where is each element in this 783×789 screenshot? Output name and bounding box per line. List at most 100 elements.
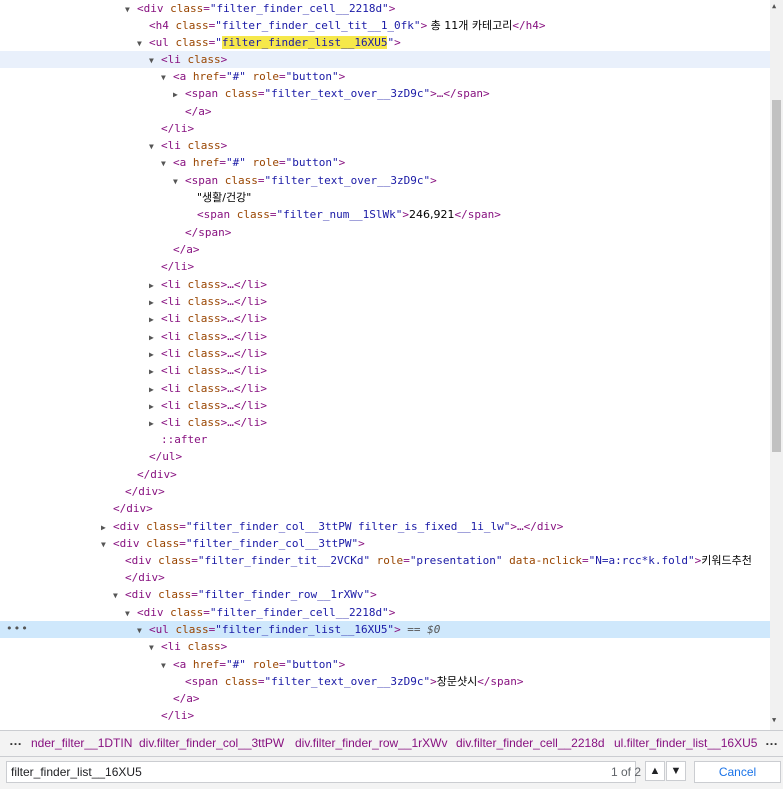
- breadcrumb-item[interactable]: nder_filter__1DTIN: [31, 736, 132, 750]
- attr-value[interactable]: "#": [226, 658, 246, 671]
- expand-triangle-icon[interactable]: ▼: [137, 35, 149, 52]
- dom-node-row[interactable]: ▼<h4 class="filter_finder_cell_tit__1_0f…: [0, 17, 770, 34]
- dom-node-row-selected[interactable]: ••• ▼ <ul class="filter_finder_list__16XU…: [0, 621, 770, 638]
- collapsed-triangle-icon[interactable]: ▶: [149, 277, 161, 294]
- dom-node-row[interactable]: ▼ <div class="filter_finder_cell__2218d">: [0, 604, 770, 621]
- breadcrumb-item[interactable]: div.filter_finder_row__1rXWv: [295, 736, 448, 750]
- breadcrumb-item[interactable]: div.filter_finder_cell__2218d: [456, 736, 605, 750]
- dom-node-row[interactable]: ▼</li>: [0, 707, 770, 724]
- expand-triangle-icon[interactable]: ▼: [161, 657, 173, 674]
- attr-value[interactable]: "filter_finder_row__1rXWv": [198, 588, 370, 601]
- attr-value[interactable]: "filter_finder_col__3ttPW": [186, 537, 358, 550]
- collapsed-triangle-icon[interactable]: ▶: [149, 294, 161, 311]
- collapsed-triangle-icon[interactable]: ▶: [149, 381, 161, 398]
- attr-value[interactable]: "filter_finder_tit__2VCKd": [198, 554, 370, 567]
- elements-tree[interactable]: ▼ <div class="filter_finder_cell__2218d">…: [0, 0, 770, 730]
- text-node[interactable]: 총 11개 카테고리: [427, 19, 513, 32]
- scrollbar-thumb[interactable]: [772, 100, 781, 452]
- search-input[interactable]: [6, 761, 636, 783]
- expand-triangle-icon[interactable]: ▼: [149, 52, 161, 69]
- attr-value[interactable]: "filter_finder_list__16XU5": [215, 623, 394, 636]
- collapsed-triangle-icon[interactable]: ▶: [149, 329, 161, 346]
- expand-triangle-icon[interactable]: ▼: [149, 138, 161, 155]
- expand-triangle-icon[interactable]: ▼: [161, 155, 173, 172]
- next-match-button[interactable]: ▼: [666, 761, 686, 781]
- expand-triangle-icon[interactable]: ▼: [113, 587, 125, 604]
- dom-node-row[interactable]: ▶ <li class>…</li>: [0, 345, 770, 362]
- attr-value[interactable]: "button": [286, 658, 339, 671]
- collapsed-triangle-icon[interactable]: ▶: [173, 86, 185, 103]
- expand-triangle-icon[interactable]: ▼: [125, 1, 137, 18]
- attr-value[interactable]: "filter_finder_cell__2218d": [210, 606, 389, 619]
- attr-value[interactable]: "filter_text_over__3zD9c": [265, 87, 431, 100]
- previous-match-button[interactable]: ▲: [645, 761, 665, 781]
- search-match-highlight[interactable]: filter_finder_list__16XU5: [221, 36, 388, 49]
- collapsed-triangle-icon[interactable]: ▶: [149, 363, 161, 380]
- dom-node-row[interactable]: ▶ <li class>…</li>: [0, 276, 770, 293]
- dom-node-row[interactable]: ▼</a>: [0, 103, 770, 120]
- dom-node-row[interactable]: ▼</div>: [0, 466, 770, 483]
- dom-node-row[interactable]: ▼</div>: [0, 483, 770, 500]
- expand-triangle-icon[interactable]: ▼: [101, 536, 113, 553]
- breadcrumb-scroll-right-icon[interactable]: …: [765, 733, 779, 748]
- breadcrumb-scroll-left-icon[interactable]: …: [9, 733, 23, 748]
- dom-node-row[interactable]: ▼</li>: [0, 258, 770, 275]
- dom-node-row[interactable]: ▼ <div class="filter_finder_col__3ttPW">: [0, 535, 770, 552]
- dom-node-row[interactable]: ▼ <span class="filter_text_over__3zD9c">: [0, 172, 770, 189]
- dom-node-row[interactable]: ▶ <li class>…</li>: [0, 380, 770, 397]
- dom-node-row[interactable]: ▼ <ul class="filter_finder_list__16XU5">: [0, 34, 770, 51]
- attr-value[interactable]: "filter_finder_col__3ttPW filter_is_fixe…: [186, 520, 511, 533]
- dom-node-row[interactable]: ▼"생활/건강": [0, 189, 770, 206]
- dom-node-row[interactable]: ▼<span class="filter_text_over__3zD9c">창…: [0, 673, 770, 690]
- dom-node-row[interactable]: ▶ <li class>…</li>: [0, 293, 770, 310]
- dom-node-row[interactable]: ▼<span class="filter_num__1SlWk">246,921…: [0, 206, 770, 223]
- dom-node-row[interactable]: ▼ <li class>: [0, 638, 770, 655]
- scroll-up-arrow-icon[interactable]: ▲: [772, 2, 776, 10]
- collapsed-triangle-icon[interactable]: ▶: [149, 415, 161, 432]
- vertical-scrollbar[interactable]: ▲ ▼: [770, 0, 783, 730]
- collapsed-triangle-icon[interactable]: ▶: [149, 346, 161, 363]
- attr-value[interactable]: "#": [226, 156, 246, 169]
- dom-node-row[interactable]: ▼ <div class="filter_finder_cell__2218d">: [0, 0, 770, 17]
- attr-value[interactable]: "filter_text_over__3zD9c": [265, 174, 431, 187]
- dom-node-row[interactable]: ▼</ul>: [0, 448, 770, 465]
- text-node[interactable]: 창문샷시: [437, 675, 477, 688]
- collapsed-triangle-icon[interactable]: ▶: [149, 311, 161, 328]
- expand-triangle-icon[interactable]: ▼: [173, 173, 185, 190]
- dom-node-row[interactable]: ▶ <li class>…</li>: [0, 310, 770, 327]
- attr-value[interactable]: "N=a:rcc*k.fold": [589, 554, 695, 567]
- attr-value[interactable]: "filter_finder_cell_tit__1_0fk": [215, 19, 420, 32]
- attr-value[interactable]: "filter_text_over__3zD9c": [265, 675, 431, 688]
- dom-node-row[interactable]: ▼ <li class>: [0, 137, 770, 154]
- attr-value[interactable]: "filter_num__1SlWk": [277, 208, 403, 221]
- expand-triangle-icon[interactable]: ▼: [125, 605, 137, 622]
- dom-node-row[interactable]: ▶ <li class>…</li>: [0, 362, 770, 379]
- attr-value[interactable]: "button": [286, 70, 339, 83]
- attr-value[interactable]: "button": [286, 156, 339, 169]
- dom-node-row[interactable]: ▼ <div class="filter_finder_row__1rXWv">: [0, 586, 770, 603]
- expand-triangle-icon[interactable]: ▼: [137, 622, 149, 639]
- breadcrumb-item[interactable]: div.filter_finder_col__3ttPW: [139, 736, 284, 750]
- more-options-icon[interactable]: •••: [6, 620, 29, 637]
- text-node[interactable]: 246,921: [409, 208, 455, 221]
- dom-node-row[interactable]: ▶ <li class>…</li>: [0, 328, 770, 345]
- pseudo-element[interactable]: ::after: [161, 433, 207, 446]
- dom-node-row[interactable]: ▼</div>: [0, 569, 770, 586]
- breadcrumb-item-current[interactable]: ul.filter_finder_list__16XU5: [614, 736, 757, 750]
- dom-node-row[interactable]: ▼</span>: [0, 224, 770, 241]
- dom-node-row[interactable]: ▼</a>: [0, 690, 770, 707]
- expand-triangle-icon[interactable]: ▼: [149, 639, 161, 656]
- dom-node-row[interactable]: ▶ <li class>…</li>: [0, 414, 770, 431]
- dom-node-row[interactable]: ▼</div>: [0, 500, 770, 517]
- attr-value[interactable]: "presentation": [410, 554, 503, 567]
- collapsed-triangle-icon[interactable]: ▶: [101, 519, 113, 536]
- dom-node-row[interactable]: ▼ <a href="#" role="button">: [0, 68, 770, 85]
- text-node[interactable]: 키워드추천: [701, 554, 752, 567]
- dom-node-row[interactable]: ▼</a>: [0, 241, 770, 258]
- dom-node-row[interactable]: ▶ <span class="filter_text_over__3zD9c">……: [0, 85, 770, 102]
- dom-node-row[interactable]: ▼::after: [0, 431, 770, 448]
- dom-node-row-hovered[interactable]: ▼ <li class>: [0, 51, 770, 68]
- dom-node-row[interactable]: ▶ <li class>…</li>: [0, 397, 770, 414]
- dom-node-row[interactable]: ▼ <a href="#" role="button">: [0, 656, 770, 673]
- cancel-button[interactable]: Cancel: [694, 761, 781, 783]
